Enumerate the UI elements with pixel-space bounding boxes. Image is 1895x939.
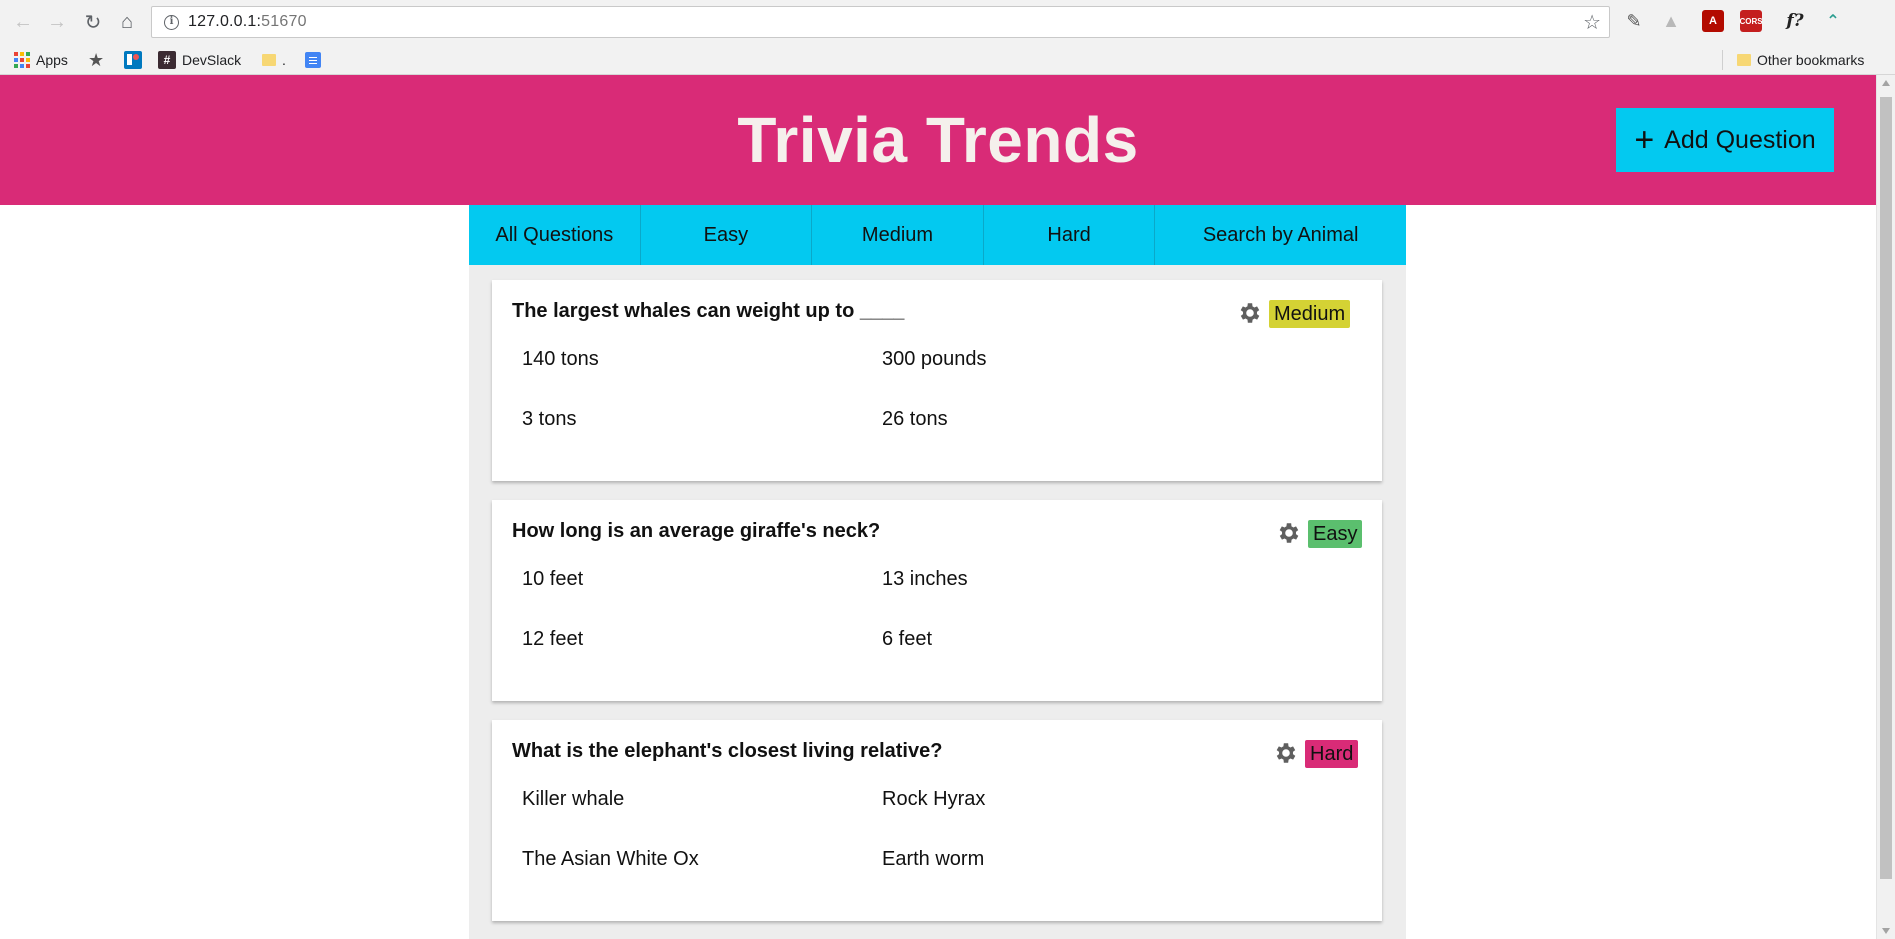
scrollbar-thumb[interactable] — [1880, 97, 1892, 879]
tab-search-by-animal[interactable]: Search by Animal — [1155, 205, 1406, 265]
address-bar[interactable]: i 127.0.0.1:51670 ☆ — [151, 6, 1610, 38]
bookmark-star-icon[interactable]: ★ — [88, 49, 104, 71]
reload-icon[interactable]: ↻ — [80, 9, 106, 35]
forward-icon[interactable]: → — [44, 9, 70, 35]
answer-option[interactable]: 300 pounds — [882, 348, 987, 371]
question-text: How long is an average giraffe's neck? — [512, 520, 881, 542]
bookmark-trello[interactable] — [124, 49, 142, 71]
back-icon[interactable]: ← — [10, 9, 36, 35]
answer-option[interactable]: Rock Hyrax — [882, 788, 985, 811]
app-title: Trivia Trends — [737, 104, 1139, 176]
apps-grid-icon — [14, 52, 30, 68]
bookmarks-bar: Apps ★ # DevSlack . Other bookmarks — [0, 44, 1895, 75]
answer-option[interactable]: Killer whale — [522, 788, 624, 811]
question-text: What is the elephant's closest living re… — [512, 740, 943, 762]
filter-tabs: All Questions Easy Medium Hard Search by… — [469, 205, 1406, 265]
tab-all-questions[interactable]: All Questions — [469, 205, 641, 265]
answer-option[interactable]: The Asian White Ox — [522, 848, 699, 871]
difficulty-badge: Easy — [1308, 520, 1363, 548]
page-scrollbar[interactable] — [1876, 75, 1895, 939]
question-card: The largest whales can weight up to ____… — [492, 280, 1382, 481]
question-card: How long is an average giraffe's neck? E… — [492, 500, 1382, 701]
plus-icon: + — [1634, 121, 1655, 159]
tab-easy[interactable]: Easy — [641, 205, 813, 265]
difficulty-badge: Medium — [1269, 300, 1351, 328]
bookmark-star-icon[interactable]: ☆ — [1583, 10, 1601, 35]
page: Trivia Trends + Add Question All Questio… — [0, 75, 1876, 939]
bookmark-devslack[interactable]: # DevSlack — [158, 49, 241, 71]
gear-icon[interactable] — [1237, 300, 1263, 326]
browser-chrome: ← → ↻ ⌂ i 127.0.0.1:51670 ☆ ✎ ▲ A CORS f… — [0, 0, 1895, 75]
bookmark-other[interactable]: Other bookmarks — [1737, 49, 1864, 71]
question-card: What is the elephant's closest living re… — [492, 720, 1382, 921]
answer-option[interactable]: 10 feet — [522, 568, 583, 591]
cors-extension-icon[interactable]: CORS — [1739, 10, 1763, 32]
info-icon[interactable]: i — [164, 15, 179, 30]
url-text: 127.0.0.1:51670 — [188, 13, 307, 30]
question-list: The largest whales can weight up to ____… — [469, 265, 1406, 939]
eyedropper-icon[interactable]: ✎ — [1623, 10, 1645, 32]
add-question-button[interactable]: + Add Question — [1616, 108, 1834, 172]
scroll-down-arrow-icon[interactable] — [1882, 928, 1890, 934]
answer-option[interactable]: Earth worm — [882, 848, 984, 871]
folder-icon — [262, 54, 276, 66]
function-extension-icon[interactable]: f? — [1784, 10, 1806, 32]
google-doc-icon — [305, 52, 321, 68]
bookmark-folder[interactable]: . — [262, 49, 286, 71]
home-icon[interactable]: ⌂ — [114, 9, 140, 35]
answer-option[interactable]: 13 inches — [882, 568, 968, 591]
answer-option[interactable]: 26 tons — [882, 408, 948, 431]
answer-option[interactable]: 12 feet — [522, 628, 583, 651]
rainbow-extension-icon[interactable]: ⌃ — [1822, 10, 1844, 32]
bookmark-doc[interactable] — [305, 49, 321, 71]
gear-icon[interactable] — [1276, 520, 1302, 546]
difficulty-badge: Hard — [1305, 740, 1359, 768]
add-question-label: Add Question — [1664, 125, 1816, 154]
answer-option[interactable]: 140 tons — [522, 348, 599, 371]
slack-icon: # — [158, 51, 176, 69]
browser-toolbar: ← → ↻ ⌂ i 127.0.0.1:51670 ☆ ✎ ▲ A CORS f… — [0, 0, 1895, 44]
pdf-icon[interactable]: A — [1702, 10, 1724, 32]
bookmarks-separator — [1722, 50, 1723, 70]
answer-option[interactable]: 6 feet — [882, 628, 932, 651]
trello-icon — [124, 51, 142, 69]
answer-option[interactable]: 3 tons — [522, 408, 576, 431]
bookmark-apps[interactable]: Apps — [14, 49, 68, 71]
tab-medium[interactable]: Medium — [812, 205, 984, 265]
scroll-up-arrow-icon[interactable] — [1882, 80, 1890, 86]
drive-icon[interactable]: ▲ — [1660, 10, 1682, 32]
tab-hard[interactable]: Hard — [984, 205, 1156, 265]
folder-icon — [1737, 54, 1751, 66]
question-text: The largest whales can weight up to ____ — [512, 300, 905, 322]
gear-icon[interactable] — [1273, 740, 1299, 766]
app-header: Trivia Trends + Add Question — [0, 75, 1876, 205]
